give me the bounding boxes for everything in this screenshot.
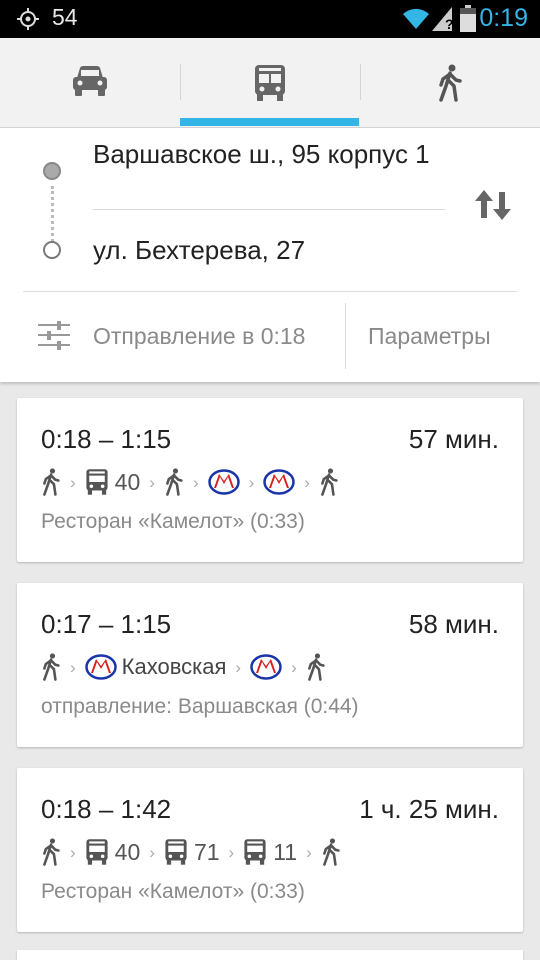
route-step-walk <box>321 838 341 866</box>
clock: 0:19 <box>479 4 528 32</box>
settings-sliders-icon <box>38 321 70 350</box>
route-step-walk <box>164 468 184 496</box>
route-step-metro <box>207 469 240 495</box>
origin-marker <box>43 162 61 180</box>
field-divider <box>93 209 445 210</box>
swap-directions-icon[interactable] <box>472 188 514 222</box>
bus-icon <box>244 839 266 865</box>
route-step-bus: 40 <box>85 838 141 866</box>
bus-number: 11 <box>273 838 298 865</box>
route-step-walk <box>319 468 339 496</box>
options-separator <box>345 303 346 369</box>
route-duration: 58 мин. <box>408 609 499 639</box>
bus-number: 40 <box>114 468 141 495</box>
bus-icon <box>86 469 108 495</box>
route-note: Ресторан «Камелот» (0:33) <box>41 880 305 903</box>
route-step-walk <box>41 468 61 496</box>
walking-icon <box>43 838 60 866</box>
chevron-right-icon: › <box>235 657 242 677</box>
walking-icon <box>43 653 60 681</box>
route-step-metro: Каховская <box>84 654 227 680</box>
route-duration: 1 ч. 25 мин. <box>359 794 499 824</box>
chevron-right-icon: › <box>149 472 155 492</box>
chevron-right-icon: › <box>70 842 76 862</box>
metro-icon <box>207 469 240 495</box>
gps-icon <box>17 8 39 30</box>
selected-tab-indicator <box>180 118 359 126</box>
walking-icon <box>322 838 340 866</box>
route-steps: › 40 › 71 › 11 › <box>41 836 341 868</box>
battery-icon <box>460 5 476 32</box>
route-step-bus: 71 <box>164 838 220 866</box>
route-step-metro <box>250 654 282 680</box>
route-step-walk <box>306 653 326 681</box>
walking-icon <box>439 64 462 102</box>
chevron-right-icon: › <box>291 657 297 677</box>
bus-number: 71 <box>193 838 220 865</box>
metro-icon <box>250 654 282 680</box>
walking-icon <box>321 468 338 496</box>
travel-mode-tabs <box>0 38 540 128</box>
route-result-card[interactable]: 0:17 – 1:15 58 мин. › Каховская › › отправл… <box>17 583 523 747</box>
route-panel: Варшавское ш., 95 корпус 1 ул. Бехтерева… <box>0 128 540 382</box>
route-step-bus: 40 <box>85 468 141 496</box>
route-note: Ресторан «Камелот» (0:33) <box>41 510 305 533</box>
chevron-right-icon: › <box>192 472 199 492</box>
signal-unknown-icon: ? <box>432 7 454 32</box>
route-result-card[interactable] <box>17 950 523 960</box>
chevron-right-icon: › <box>70 657 76 677</box>
metro-icon <box>84 654 117 680</box>
route-duration: 57 мин. <box>408 424 499 454</box>
chevron-right-icon: › <box>228 842 235 862</box>
chevron-right-icon: › <box>306 842 312 862</box>
chevron-right-icon: › <box>304 472 310 492</box>
destination-marker <box>43 241 61 259</box>
route-step-walk <box>41 653 61 681</box>
origin-field[interactable]: Варшавское ш., 95 корпус 1 <box>93 138 453 170</box>
status-bar: 54 ? 0:19 <box>0 0 540 38</box>
station-name: Каховская <box>121 654 227 679</box>
bus-icon <box>165 839 187 865</box>
chevron-right-icon: › <box>248 472 255 492</box>
metro-icon <box>263 469 296 495</box>
departure-time-button[interactable]: Отправление в 0:18 <box>93 323 305 350</box>
tab-transit[interactable] <box>180 38 360 128</box>
parameters-button[interactable]: Параметры <box>368 323 491 350</box>
route-note: отправление: Варшавская (0:44) <box>41 695 359 718</box>
bus-number: 40 <box>114 838 141 865</box>
tab-driving[interactable] <box>0 38 180 128</box>
transit-bus-icon <box>255 65 285 101</box>
route-dots <box>51 186 54 242</box>
bus-icon <box>86 839 108 865</box>
options-divider <box>23 291 517 292</box>
route-times: 0:17 – 1:15 <box>41 609 172 639</box>
route-result-card[interactable]: 0:18 – 1:15 57 мин. › 40 › › › › Ресторан «Ка… <box>17 398 523 562</box>
route-steps: › Каховская › › <box>41 651 326 683</box>
chevron-right-icon: › <box>149 842 155 862</box>
walking-icon <box>307 653 325 681</box>
route-steps: › 40 › › › › <box>41 466 339 498</box>
route-times: 0:18 – 1:42 <box>41 794 172 824</box>
route-result-card[interactable]: 0:18 – 1:42 1 ч. 25 мин. › 40 › 71 › 11 › Рест… <box>17 768 523 932</box>
svg-text:?: ? <box>445 16 454 32</box>
route-step-metro <box>263 469 296 495</box>
chevron-right-icon: › <box>70 472 76 492</box>
walking-icon <box>166 468 183 496</box>
destination-field[interactable]: ул. Бехтерева, 27 <box>93 234 305 266</box>
walking-icon <box>43 468 60 496</box>
notification-count: 54 <box>52 4 78 30</box>
tab-walking[interactable] <box>360 38 540 128</box>
route-step-bus: 11 <box>243 838 297 866</box>
car-icon <box>73 66 107 96</box>
wifi-icon <box>403 8 429 29</box>
route-times: 0:18 – 1:15 <box>41 424 172 454</box>
route-step-walk <box>41 838 61 866</box>
